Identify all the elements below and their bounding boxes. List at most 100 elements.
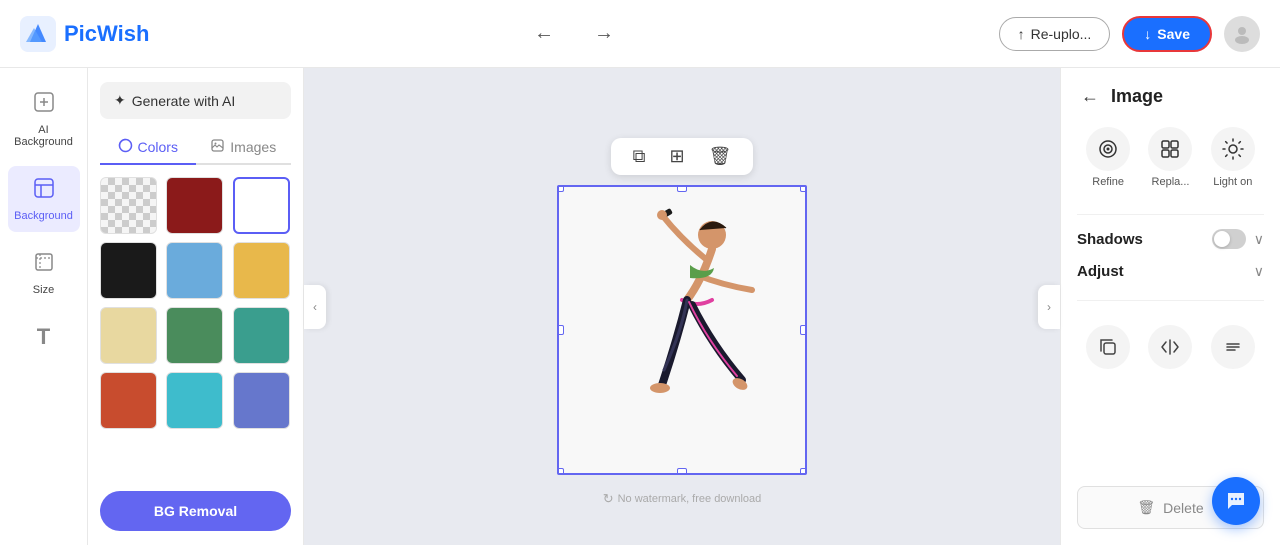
adjust-chevron-icon: ∨ — [1254, 263, 1264, 280]
right-panel: ← Image Refine Repla... Light on — [1060, 68, 1280, 545]
bg-removal-button[interactable]: BG Removal — [100, 491, 291, 531]
grid-button[interactable]: ⊞ — [663, 144, 690, 169]
right-panel-tools: Refine Repla... Light on — [1077, 127, 1264, 188]
text-icon: T — [37, 324, 50, 350]
sidebar-item-background-label: Background — [14, 210, 73, 222]
sidebar-item-background[interactable]: Background — [8, 166, 80, 232]
images-tab-label: Images — [230, 139, 276, 155]
color-swatch-black[interactable] — [100, 242, 157, 299]
panel: ✦ Generate with AI Colors Images — [88, 68, 304, 545]
handle-ml[interactable] — [557, 325, 564, 335]
chat-bubble-button[interactable] — [1212, 477, 1260, 525]
shadows-chevron-icon: ∨ — [1254, 231, 1264, 248]
back-button[interactable]: ← — [1077, 84, 1103, 109]
replace-icon — [1148, 127, 1192, 171]
collapse-left-button[interactable]: ‹ — [304, 285, 326, 329]
upload-icon: ↑ — [1018, 26, 1025, 42]
color-swatch-dark-red[interactable] — [166, 177, 223, 234]
logo-area: PicWish — [20, 16, 149, 52]
topbar-center: ← → — [149, 18, 998, 49]
shadows-row[interactable]: Shadows ∨ — [1077, 229, 1264, 249]
sidebar-item-size-label: Size — [33, 284, 54, 296]
reupload-label: Re-uplo... — [1031, 26, 1092, 42]
align-button[interactable] — [1211, 325, 1255, 369]
handle-bl[interactable] — [557, 468, 564, 475]
light-on-icon — [1211, 127, 1255, 171]
handle-br[interactable] — [800, 468, 807, 475]
color-swatch-light-blue[interactable] — [166, 242, 223, 299]
handle-tl[interactable] — [557, 185, 564, 192]
light-on-tool[interactable]: Light on — [1211, 127, 1255, 188]
background-icon — [32, 176, 56, 206]
color-swatch-medium-blue[interactable] — [233, 372, 290, 429]
color-swatch-transparent[interactable] — [100, 177, 157, 234]
logo-icon — [20, 16, 56, 52]
undo-button[interactable]: ← — [526, 18, 562, 49]
color-swatch-cyan[interactable] — [166, 372, 223, 429]
tab-colors[interactable]: Colors — [100, 131, 196, 165]
divider-2 — [1077, 300, 1264, 301]
adjust-label: Adjust — [1077, 263, 1124, 280]
colors-tab-icon — [118, 138, 133, 156]
images-tab-icon — [210, 138, 225, 156]
color-swatch-teal[interactable] — [233, 307, 290, 364]
right-bottom-icons — [1077, 325, 1264, 369]
generate-ai-button[interactable]: ✦ Generate with AI — [100, 82, 291, 119]
left-sidebar: AIBackground Background Size T — [0, 68, 88, 545]
copy-bottom-button[interactable] — [1086, 325, 1130, 369]
refine-tool[interactable]: Refine — [1086, 127, 1130, 188]
divider-1 — [1077, 214, 1264, 215]
color-swatch-white[interactable] — [233, 177, 290, 234]
color-grid — [100, 177, 291, 429]
right-panel-title: Image — [1111, 86, 1163, 107]
color-swatch-orange-red[interactable] — [100, 372, 157, 429]
download-icon: ↓ — [1144, 26, 1151, 42]
redo-button[interactable]: → — [586, 18, 622, 49]
avatar[interactable] — [1224, 16, 1260, 52]
tab-row: Colors Images — [100, 131, 291, 165]
sidebar-item-ai-background-label: AIBackground — [14, 124, 73, 148]
light-on-label: Light on — [1213, 176, 1252, 188]
topbar-right: ↑ Re-uplo... ↓ Save — [999, 16, 1260, 52]
collapse-right-button[interactable]: › — [1038, 285, 1060, 329]
handle-tc[interactable] — [677, 185, 687, 192]
refine-label: Refine — [1092, 176, 1124, 188]
shadows-controls: ∨ — [1212, 229, 1264, 249]
save-label: Save — [1157, 26, 1190, 42]
adjust-row[interactable]: Adjust ∨ — [1077, 263, 1264, 280]
handle-tr[interactable] — [800, 185, 807, 192]
shadows-label: Shadows — [1077, 231, 1143, 248]
delete-label: Delete — [1163, 500, 1203, 516]
toggle-knob — [1214, 231, 1230, 247]
size-icon — [32, 250, 56, 280]
generate-ai-label: Generate with AI — [132, 93, 236, 109]
sidebar-item-text[interactable]: T — [8, 314, 80, 364]
delete-toolbar-button[interactable]: 🗑 — [703, 144, 738, 169]
logo-text: PicWish — [64, 21, 149, 47]
image-container: ⧉ ⊞ 🗑 — [557, 138, 807, 475]
replace-tool[interactable]: Repla... — [1148, 127, 1192, 188]
color-swatch-yellow[interactable] — [233, 242, 290, 299]
copy-button[interactable]: ⧉ — [627, 144, 652, 169]
reupload-button[interactable]: ↑ Re-uplo... — [999, 17, 1111, 51]
tab-images[interactable]: Images — [196, 131, 292, 165]
refine-icon — [1086, 127, 1130, 171]
shadows-toggle[interactable] — [1212, 229, 1246, 249]
save-button[interactable]: ↓ Save — [1122, 16, 1212, 52]
watermark: ↻ No watermark, free download — [603, 491, 762, 507]
colors-tab-label: Colors — [138, 139, 178, 155]
canvas-image-wrapper — [557, 185, 807, 475]
ai-sparkle-icon: ✦ — [114, 92, 126, 109]
watermark-text: No watermark, free download — [618, 493, 762, 505]
replace-label: Repla... — [1152, 176, 1190, 188]
flip-button[interactable] — [1148, 325, 1192, 369]
handle-bc[interactable] — [677, 468, 687, 475]
main-layout: AIBackground Background Size T ✦ Generat… — [0, 68, 1280, 545]
sidebar-item-ai-background[interactable]: AIBackground — [8, 80, 80, 158]
color-swatch-green[interactable] — [166, 307, 223, 364]
handle-mr[interactable] — [800, 325, 807, 335]
color-swatch-wheat[interactable] — [100, 307, 157, 364]
canvas-area: ‹ ⧉ ⊞ 🗑 — [304, 68, 1060, 545]
sidebar-item-size[interactable]: Size — [8, 240, 80, 306]
image-toolbar: ⧉ ⊞ 🗑 — [611, 138, 754, 175]
